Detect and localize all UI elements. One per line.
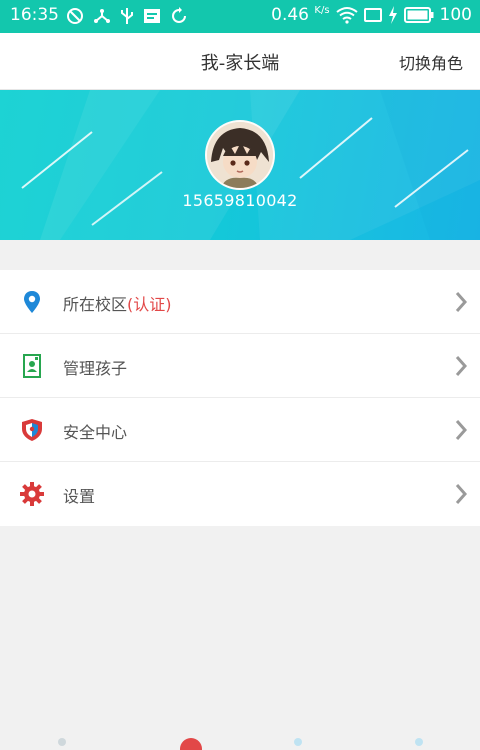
dnd-icon xyxy=(66,7,84,25)
share-icon xyxy=(93,7,111,25)
menu-list: 所在校区(认证) 管理孩子 安全中心 设置 xyxy=(0,270,480,526)
gear-icon xyxy=(20,482,44,506)
switch-role-button[interactable]: 切换角色 xyxy=(399,50,463,74)
avatar-image xyxy=(207,122,273,188)
avatar[interactable] xyxy=(205,120,275,190)
sync-icon xyxy=(170,7,188,25)
nav-bar: 我-家长端 切换角色 xyxy=(0,33,480,90)
status-bar: 16:35 0.46 K/s 100 xyxy=(0,0,480,33)
menu-item-manage-children[interactable]: 管理孩子 xyxy=(0,334,480,398)
charging-icon xyxy=(388,6,398,24)
menu-item-campus[interactable]: 所在校区(认证) xyxy=(0,270,480,334)
location-pin-icon xyxy=(20,290,44,314)
chevron-right-icon xyxy=(454,419,468,445)
usb-icon xyxy=(120,7,134,25)
menu-item-label: 安全中心 xyxy=(63,423,128,442)
chevron-right-icon xyxy=(454,355,468,381)
menu-item-label: 设置 xyxy=(63,487,96,506)
sim-icon xyxy=(363,7,382,23)
menu-item-label: 所在校区(认证) xyxy=(63,295,172,314)
wifi-icon xyxy=(335,6,358,24)
phone-number: 15659810042 xyxy=(182,191,298,210)
shield-icon xyxy=(20,418,44,442)
notification-icon xyxy=(143,7,161,25)
chevron-right-icon xyxy=(454,291,468,317)
profile-banner: 15659810042 xyxy=(0,90,480,240)
certify-tag[interactable]: (认证) xyxy=(127,295,172,314)
menu-item-security[interactable]: 安全中心 xyxy=(0,398,480,462)
status-time: 16:35 xyxy=(10,5,59,25)
battery-level: 100 xyxy=(439,5,472,25)
menu-item-label: 管理孩子 xyxy=(63,359,128,378)
tab-icon-partial[interactable] xyxy=(180,738,202,750)
menu-item-settings[interactable]: 设置 xyxy=(0,462,480,526)
net-speed: 0.46 K/s xyxy=(271,5,330,25)
child-card-icon xyxy=(20,354,44,378)
battery-icon xyxy=(403,7,434,23)
chevron-right-icon xyxy=(454,483,468,509)
